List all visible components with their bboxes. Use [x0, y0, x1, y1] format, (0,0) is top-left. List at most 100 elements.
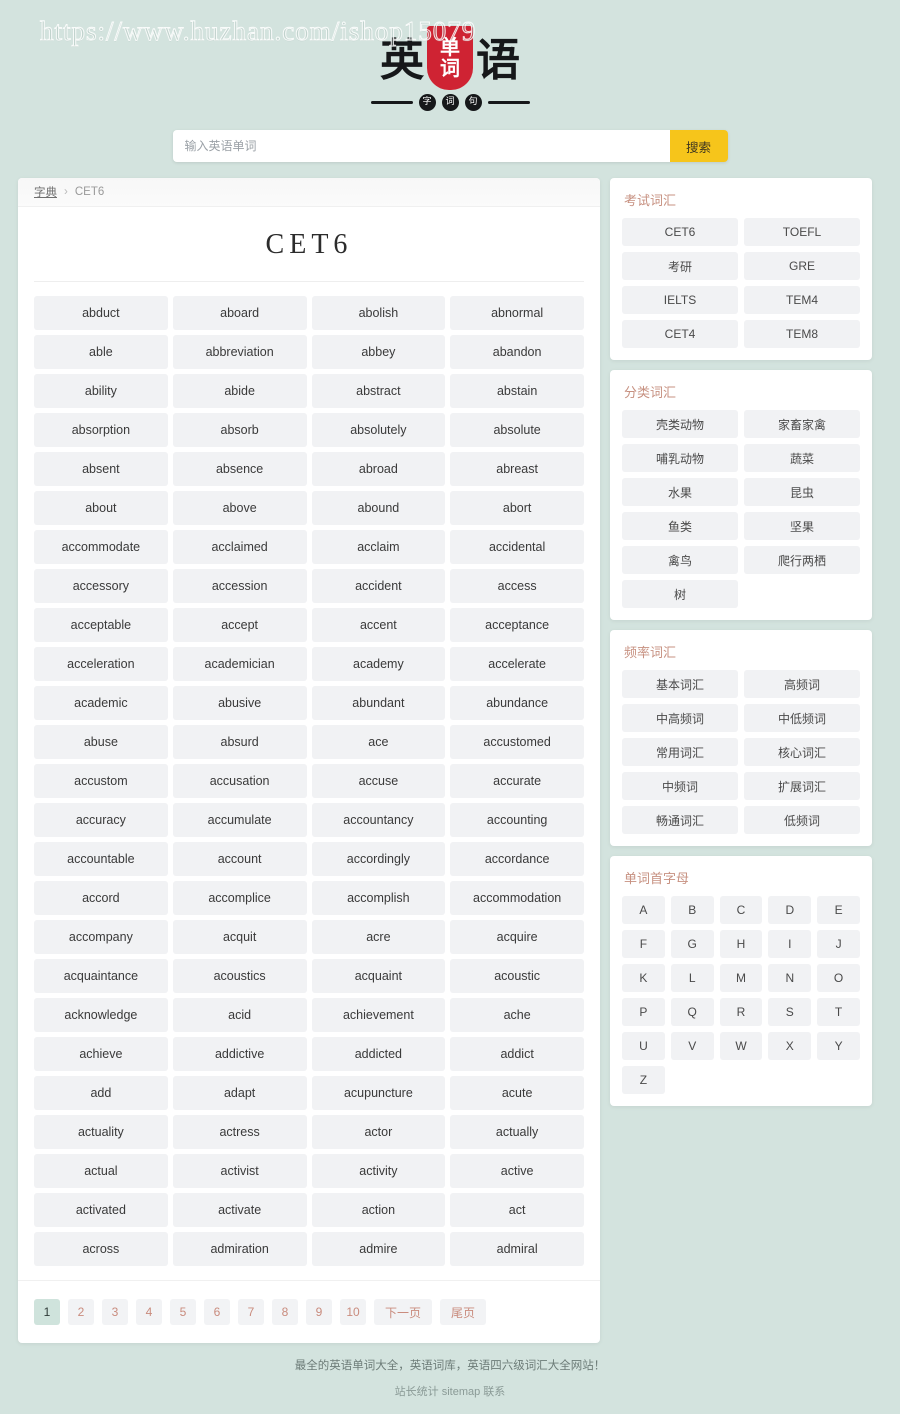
word-chip[interactable]: accordingly — [311, 842, 446, 876]
word-chip[interactable]: able — [34, 335, 168, 369]
word-chip[interactable]: abort — [450, 491, 584, 525]
word-chip[interactable]: abstain — [450, 374, 584, 408]
first-letter-chip[interactable]: M — [719, 964, 763, 992]
first-letter-chip[interactable]: A — [622, 896, 665, 924]
pagination-last-button[interactable]: 尾页 — [440, 1299, 487, 1325]
word-chip[interactable]: ability — [34, 374, 168, 408]
word-chip[interactable]: accommodate — [34, 530, 168, 564]
word-chip[interactable]: acceptable — [34, 608, 168, 642]
word-chip[interactable]: achieve — [34, 1037, 168, 1071]
word-chip[interactable]: acute — [450, 1076, 584, 1110]
word-chip[interactable]: abnormal — [450, 296, 584, 330]
category-vocabulary-chip[interactable]: 昆虫 — [744, 478, 860, 506]
first-letter-chip[interactable]: R — [719, 998, 763, 1026]
word-chip[interactable]: ache — [450, 998, 584, 1032]
word-chip[interactable]: acupuncture — [311, 1076, 446, 1110]
first-letter-chip[interactable]: Y — [817, 1032, 860, 1060]
first-letter-chip[interactable]: D — [768, 896, 812, 924]
word-chip[interactable]: accuse — [311, 764, 446, 798]
first-letter-chip[interactable]: N — [768, 964, 812, 992]
exam-vocabulary-chip[interactable]: 考研 — [622, 252, 738, 280]
first-letter-chip[interactable]: Z — [622, 1066, 665, 1094]
word-chip[interactable]: abusive — [172, 686, 307, 720]
pagination-page[interactable]: 8 — [272, 1299, 298, 1325]
search-button[interactable]: 搜索 — [669, 130, 728, 162]
first-letter-chip[interactable]: H — [719, 930, 763, 958]
first-letter-chip[interactable]: X — [768, 1032, 812, 1060]
word-chip[interactable]: acquit — [172, 920, 307, 954]
word-chip[interactable]: accumulate — [172, 803, 307, 837]
word-chip[interactable]: actual — [34, 1154, 168, 1188]
word-chip[interactable]: accountancy — [311, 803, 446, 837]
word-chip[interactable]: activate — [172, 1193, 307, 1227]
word-chip[interactable]: addictive — [172, 1037, 307, 1071]
word-chip[interactable]: accordance — [450, 842, 584, 876]
word-chip[interactable]: accommodation — [450, 881, 584, 915]
word-chip[interactable]: accomplice — [172, 881, 307, 915]
word-chip[interactable]: accusation — [172, 764, 307, 798]
word-chip[interactable]: actor — [311, 1115, 446, 1149]
first-letter-chip[interactable]: G — [670, 930, 714, 958]
word-chip[interactable]: absent — [34, 452, 168, 486]
pagination-page[interactable]: 3 — [102, 1299, 128, 1325]
category-vocabulary-chip[interactable]: 哺乳动物 — [622, 444, 738, 472]
word-chip[interactable]: abound — [311, 491, 446, 525]
word-chip[interactable]: abstract — [311, 374, 446, 408]
word-chip[interactable]: account — [172, 842, 307, 876]
word-chip[interactable]: academic — [34, 686, 168, 720]
word-chip[interactable]: about — [34, 491, 168, 525]
frequency-vocabulary-chip[interactable]: 常用词汇 — [622, 738, 738, 766]
first-letter-chip[interactable]: T — [817, 998, 860, 1026]
pagination-page[interactable]: 7 — [238, 1299, 264, 1325]
word-chip[interactable]: above — [172, 491, 307, 525]
first-letter-chip[interactable]: W — [719, 1032, 763, 1060]
first-letter-chip[interactable]: J — [817, 930, 860, 958]
exam-vocabulary-chip[interactable]: TEM8 — [744, 320, 860, 348]
word-chip[interactable]: absence — [172, 452, 307, 486]
pagination-page[interactable]: 10 — [340, 1299, 366, 1325]
word-chip[interactable]: absolutely — [311, 413, 446, 447]
word-chip[interactable]: abundant — [311, 686, 446, 720]
word-chip[interactable]: accountable — [34, 842, 168, 876]
word-chip[interactable]: act — [450, 1193, 584, 1227]
word-chip[interactable]: acre — [311, 920, 446, 954]
word-chip[interactable]: absorption — [34, 413, 168, 447]
word-chip[interactable]: abolish — [311, 296, 446, 330]
first-letter-chip[interactable]: Q — [670, 998, 714, 1026]
word-chip[interactable]: accomplish — [311, 881, 446, 915]
pagination-page-active[interactable]: 1 — [34, 1299, 60, 1325]
word-chip[interactable]: acclaimed — [172, 530, 307, 564]
word-chip[interactable]: abuse — [34, 725, 168, 759]
word-chip[interactable]: abide — [172, 374, 307, 408]
exam-vocabulary-chip[interactable]: CET4 — [622, 320, 738, 348]
frequency-vocabulary-chip[interactable]: 高频词 — [744, 670, 860, 698]
first-letter-chip[interactable]: U — [622, 1032, 665, 1060]
first-letter-chip[interactable]: O — [817, 964, 860, 992]
word-chip[interactable]: active — [450, 1154, 584, 1188]
word-chip[interactable]: accident — [311, 569, 446, 603]
search-input[interactable] — [172, 130, 670, 162]
word-chip[interactable]: absurd — [172, 725, 307, 759]
first-letter-chip[interactable]: C — [719, 896, 763, 924]
exam-vocabulary-chip[interactable]: TEM4 — [744, 286, 860, 314]
first-letter-chip[interactable]: P — [622, 998, 665, 1026]
category-vocabulary-chip[interactable]: 壳类动物 — [622, 410, 738, 438]
first-letter-chip[interactable]: F — [622, 930, 665, 958]
word-chip[interactable]: action — [311, 1193, 446, 1227]
first-letter-chip[interactable]: E — [817, 896, 860, 924]
word-chip[interactable]: add — [34, 1076, 168, 1110]
exam-vocabulary-chip[interactable]: TOEFL — [744, 218, 860, 246]
word-chip[interactable]: activity — [311, 1154, 446, 1188]
word-chip[interactable]: acoustic — [450, 959, 584, 993]
word-chip[interactable]: abandon — [450, 335, 584, 369]
word-chip[interactable]: abduct — [34, 296, 168, 330]
frequency-vocabulary-chip[interactable]: 中低频词 — [744, 704, 860, 732]
word-chip[interactable]: accent — [311, 608, 446, 642]
exam-vocabulary-chip[interactable]: IELTS — [622, 286, 738, 314]
frequency-vocabulary-chip[interactable]: 扩展词汇 — [744, 772, 860, 800]
word-chip[interactable]: accelerate — [450, 647, 584, 681]
frequency-vocabulary-chip[interactable]: 核心词汇 — [744, 738, 860, 766]
first-letter-chip[interactable]: S — [768, 998, 812, 1026]
first-letter-chip[interactable]: L — [670, 964, 714, 992]
pagination-page[interactable]: 9 — [306, 1299, 332, 1325]
